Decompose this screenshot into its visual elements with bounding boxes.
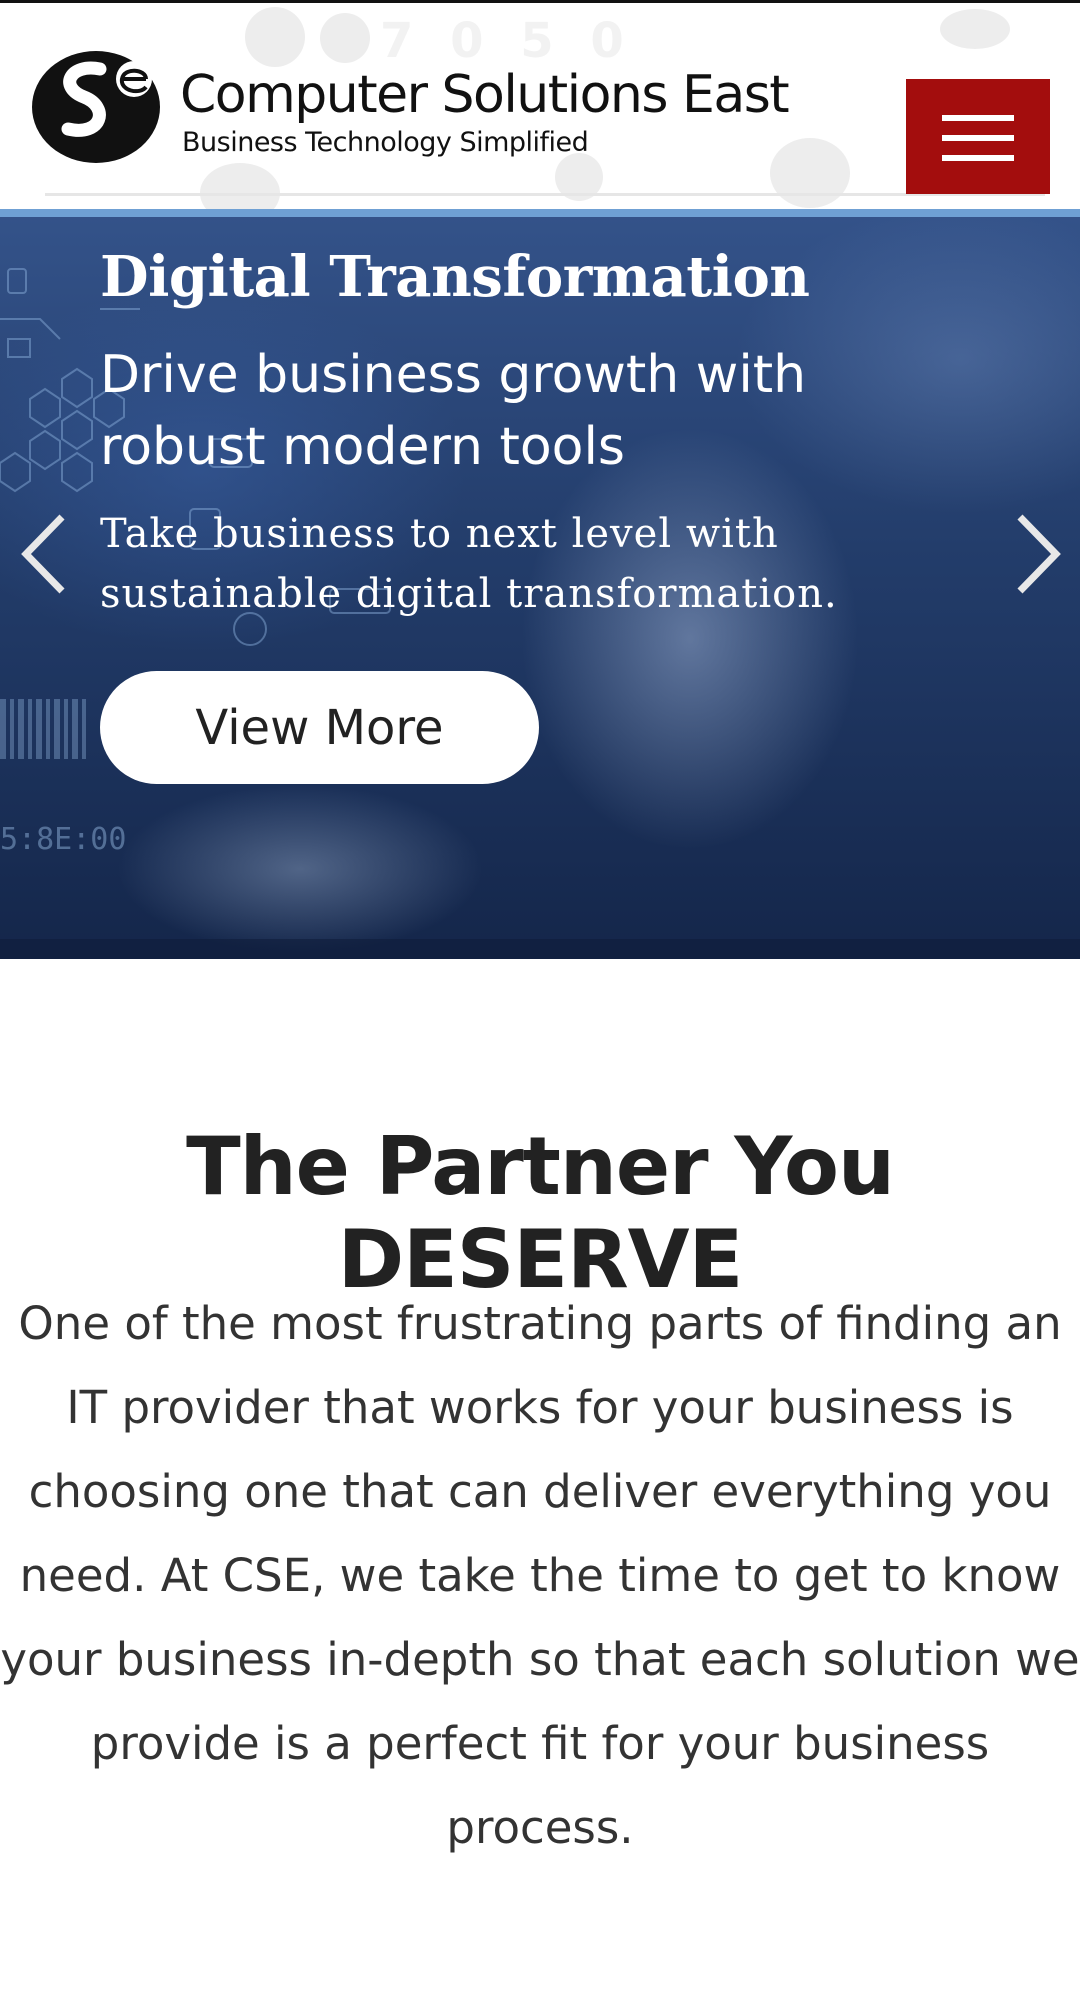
hero-slider: 5:8E:00 Digital Transformation Drive bus… [0, 209, 1080, 959]
section-body-text: One of the most frustrating parts of fin… [0, 1297, 1080, 1854]
brand-name[interactable]: Computer Solutions East [180, 65, 790, 125]
hero-subtitle: Drive business growth with robust modern… [100, 345, 807, 477]
menu-button[interactable] [906, 79, 1050, 194]
decorative-dot [940, 9, 1010, 49]
decorative-dot [245, 7, 305, 67]
header-phone-number: 7 0 5 0 [380, 13, 634, 69]
svg-text:5:8E:00: 5:8E:00 [0, 822, 126, 857]
header-divider [45, 193, 1045, 196]
hero-title: Digital Transformation [100, 244, 810, 310]
slider-next-button[interactable] [1008, 509, 1068, 599]
decorative-dot [200, 163, 280, 209]
decorative-dot [770, 138, 850, 208]
slider-prev-button[interactable] [14, 509, 74, 599]
company-logo[interactable] [30, 45, 165, 167]
section-heading: The Partner You DESERVE [186, 1120, 895, 1306]
brand-tagline: Business Technology Simplified [182, 127, 589, 158]
hero-description: Take business to next level with sustain… [100, 511, 838, 617]
decorative-dot [320, 13, 370, 63]
cse-logo-icon [32, 51, 160, 163]
site-header: 7 0 5 0 Computer Solutions East Business… [0, 0, 1080, 209]
view-more-button[interactable]: View More [100, 671, 539, 784]
chevron-left-icon [21, 514, 65, 594]
chevron-right-icon [1017, 514, 1061, 594]
